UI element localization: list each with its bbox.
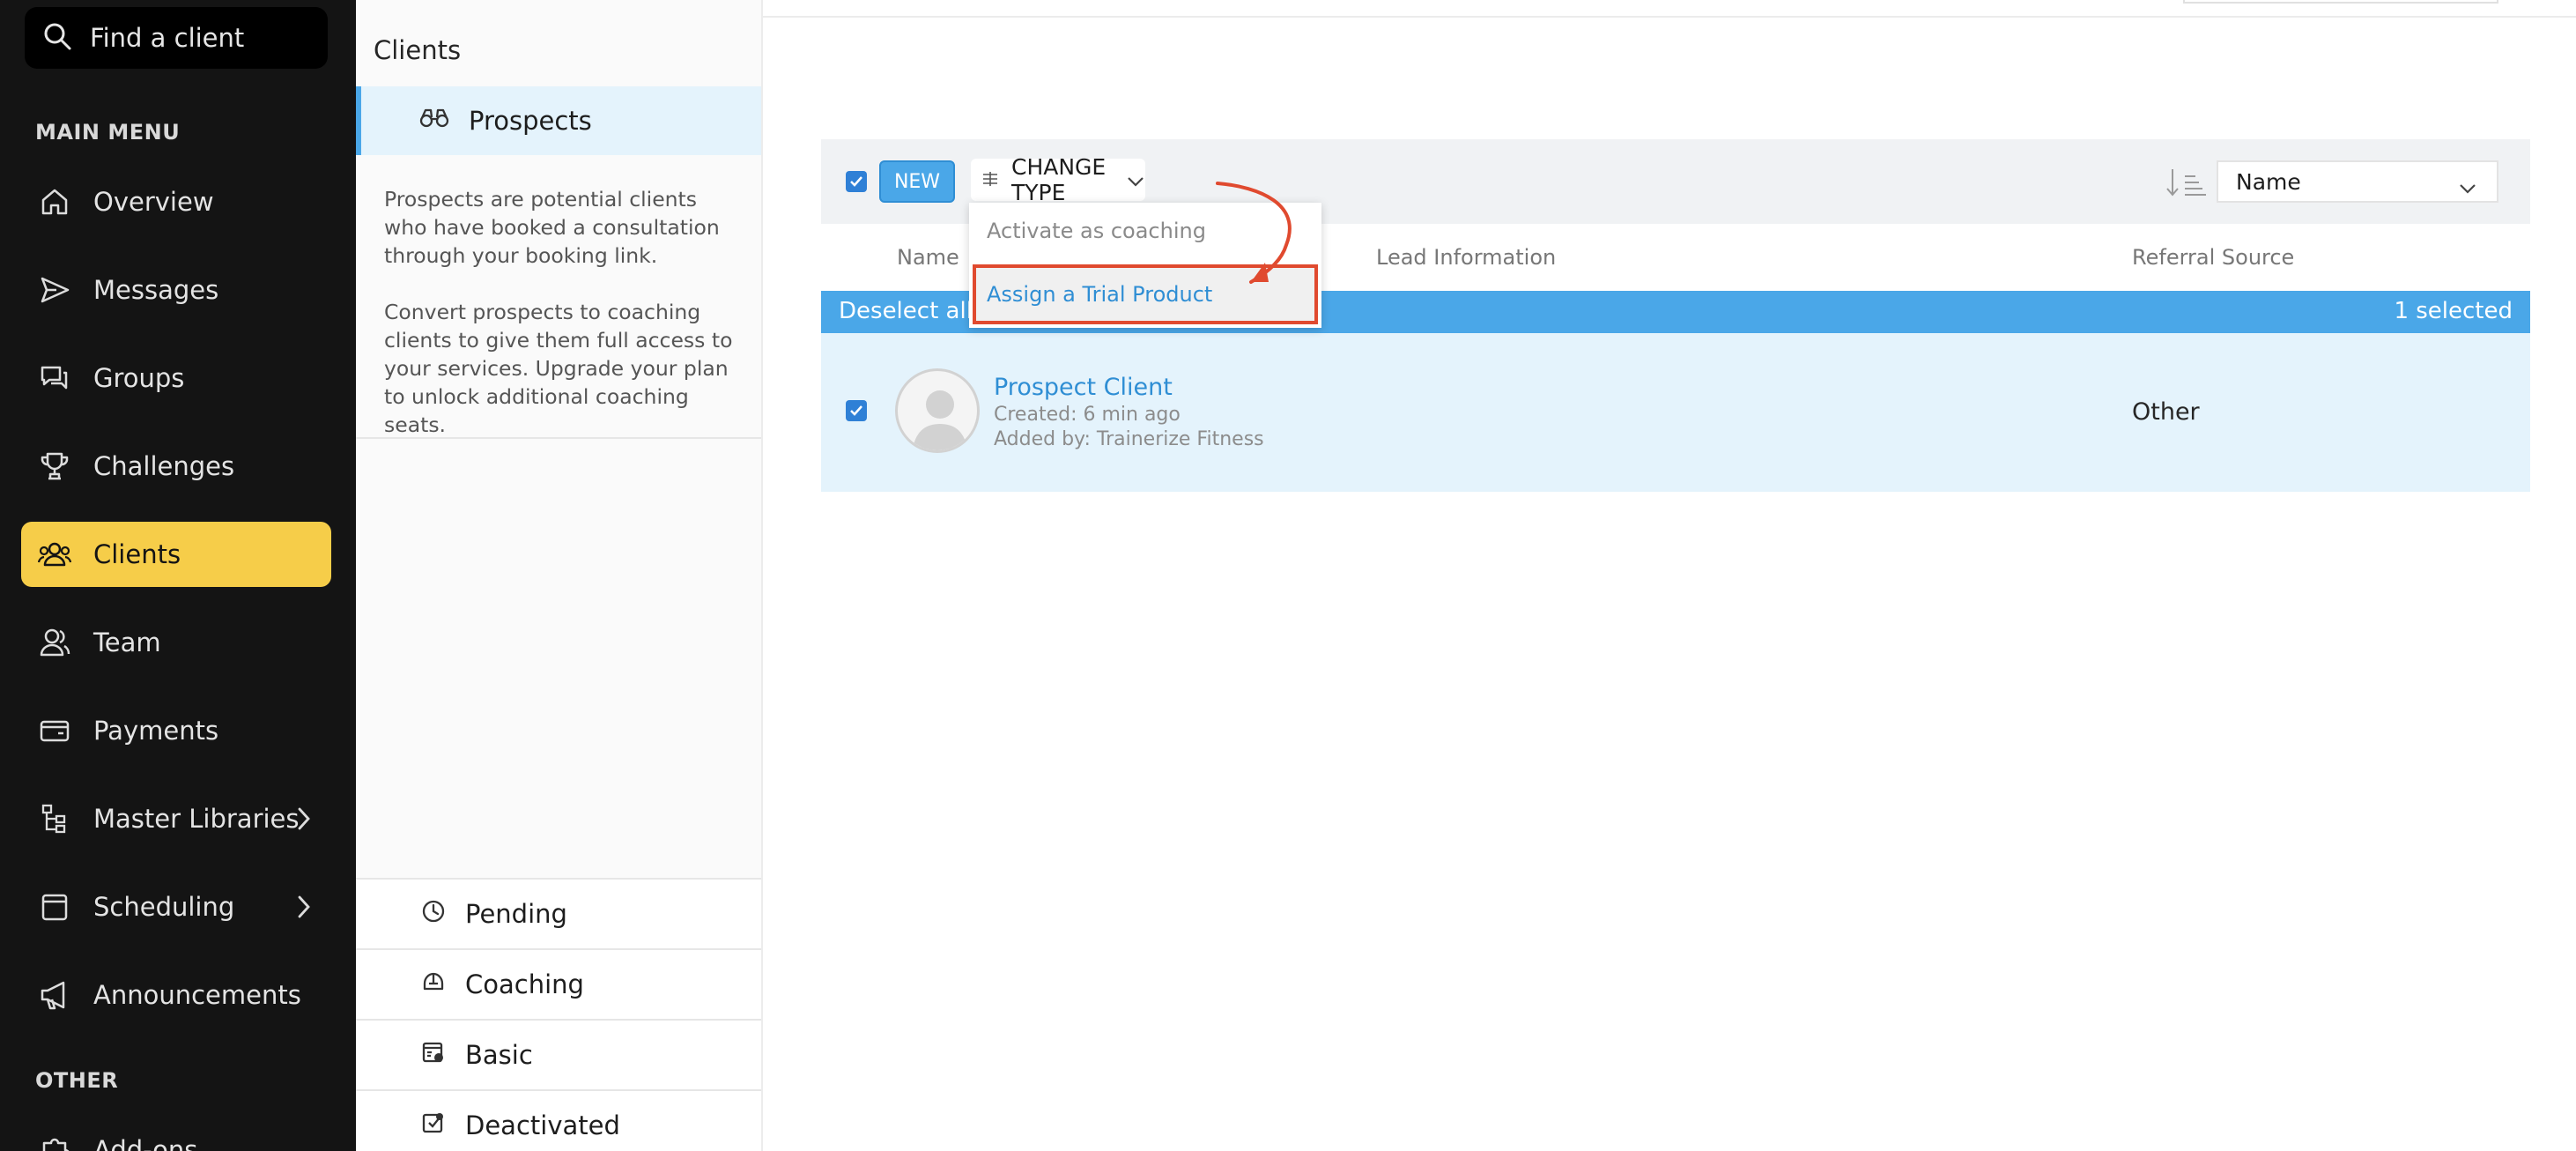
helmet-icon (421, 969, 446, 1000)
column-header-lead-information[interactable]: Lead Information (1376, 245, 1556, 270)
tree-icon (37, 801, 72, 836)
team-icon (37, 625, 72, 660)
nav-item-messages[interactable]: Messages (21, 257, 331, 323)
chevron-down-icon (2458, 175, 2477, 200)
puzzle-icon (37, 1132, 72, 1151)
nav-item-label: Add-ons (93, 1135, 198, 1151)
chevron-down-icon (1126, 167, 1145, 193)
change-type-label: CHANGE TYPE (1011, 154, 1107, 205)
annotation-arrow (1216, 182, 1292, 284)
change-type-button[interactable]: CHANGE TYPE (971, 154, 1145, 205)
nav-item-scheduling[interactable]: Scheduling (21, 874, 331, 939)
search-icon (42, 21, 72, 55)
prospects-description: Prospects are potential clients who have… (384, 187, 720, 268)
client-added-by: Added by: Trainerize Fitness (994, 428, 1264, 450)
nav-item-label: Payments (93, 716, 219, 746)
client-referral-source: Other (2132, 398, 2200, 426)
nav-item-challenges[interactable]: Challenges (21, 434, 331, 499)
chevron-right-icon (296, 806, 312, 838)
column-header-referral-source[interactable]: Referral Source (2132, 245, 2294, 270)
other-heading: OTHER (35, 1068, 119, 1093)
nav-item-master-libraries[interactable]: Master Libraries (21, 786, 331, 851)
nav-item-label: Master Libraries (93, 804, 300, 834)
nav-item-label: Team (93, 627, 161, 657)
wallet-icon (37, 713, 72, 748)
table-row[interactable]: Prospect Client Created: 6 min ago Added… (821, 333, 2530, 492)
sort-select[interactable]: Name (2217, 160, 2498, 203)
prospects-upgrade-note: Convert prospects to coaching clients to… (384, 300, 733, 437)
nav-item-label: Scheduling (93, 892, 235, 922)
sidebar-item-label: Basic (465, 1040, 533, 1070)
select-all-checkbox[interactable] (846, 171, 867, 192)
client-name-link[interactable]: Prospect Client (994, 374, 1173, 401)
header-divider (763, 16, 2576, 18)
deselect-all-link[interactable]: Deselect all (839, 298, 973, 324)
nav-item-overview[interactable]: Overview (21, 169, 331, 234)
clock-icon (421, 899, 446, 930)
sidebar-item-label: Prospects (469, 106, 592, 136)
row-checkbox[interactable] (846, 400, 867, 421)
nav-item-add-ons[interactable]: Add-ons (21, 1118, 331, 1151)
sidebar-item-label: Pending (465, 899, 567, 929)
client-created: Created: 6 min ago (994, 404, 1181, 426)
nav-item-label: Messages (93, 275, 219, 305)
avatar[interactable] (895, 368, 980, 453)
users-icon (37, 537, 72, 572)
sort-order-icon[interactable] (2165, 167, 2208, 201)
main-menu-heading: MAIN MENU (35, 120, 181, 145)
filter-lines-icon (981, 167, 999, 193)
nav-item-label: Announcements (93, 980, 301, 1010)
nav-item-announcements[interactable]: Announcements (21, 962, 331, 1028)
menu-item-activate-coaching[interactable]: Activate as coaching (987, 219, 1206, 243)
search-placeholder: Find a client (90, 23, 245, 53)
send-icon (37, 272, 72, 308)
nav-item-label: Challenges (93, 451, 235, 481)
trophy-icon (37, 449, 72, 484)
main-nav: Find a client MAIN MENU Overview Message… (0, 0, 356, 1151)
nav-item-groups[interactable]: Groups (21, 345, 331, 411)
home-icon (37, 184, 72, 219)
sidebar-item-pending[interactable]: Pending (356, 878, 761, 948)
header-control-edge (2183, 0, 2498, 4)
clients-sidebar: Clients Prospects Prospects are potentia… (356, 0, 763, 1151)
sidebar-item-basic[interactable]: Basic (356, 1019, 761, 1089)
binoculars-icon (419, 106, 449, 136)
nav-item-payments[interactable]: Payments (21, 698, 331, 763)
column-header-name[interactable]: Name (897, 245, 959, 270)
nav-item-label: Clients (93, 539, 181, 569)
divider (356, 437, 761, 439)
nav-item-team[interactable]: Team (21, 610, 331, 675)
new-button[interactable]: NEW (879, 160, 955, 203)
nav-item-clients[interactable]: Clients (21, 522, 331, 587)
chat-bubbles-icon (37, 360, 72, 396)
nav-item-label: Overview (93, 187, 214, 217)
megaphone-icon (37, 977, 72, 1013)
deactivated-icon (421, 1110, 446, 1141)
app-root: Find a client MAIN MENU Overview Message… (0, 0, 2576, 1151)
sort-value: Name (2236, 168, 2301, 195)
chevron-right-icon (296, 894, 312, 926)
sidebar-item-prospects[interactable]: Prospects (356, 86, 761, 155)
calendar-icon (37, 889, 72, 925)
sidebar-item-label: Deactivated (465, 1110, 620, 1140)
sidebar-item-coaching[interactable]: Coaching (356, 948, 761, 1019)
search-input[interactable]: Find a client (25, 7, 328, 69)
sidebar-item-label: Coaching (465, 969, 584, 999)
selected-count: 1 selected (2394, 298, 2513, 324)
nav-item-label: Groups (93, 363, 185, 393)
calendar-check-icon (421, 1040, 446, 1071)
sidebar-title: Clients (374, 35, 462, 65)
sidebar-item-deactivated[interactable]: Deactivated (356, 1089, 761, 1151)
